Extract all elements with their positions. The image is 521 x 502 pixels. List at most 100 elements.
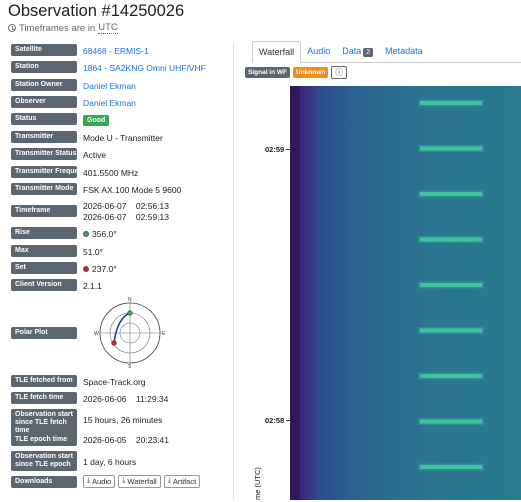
detail-timeframe: Timeframe xyxy=(11,205,77,218)
time-tick-0259: 02:59 xyxy=(265,145,285,154)
detail-transmitter-mode: Transmitter Mode xyxy=(11,183,77,196)
detail-label: Max xyxy=(11,245,77,258)
detail-since-tle-epoch: Observation start since TLE epoch xyxy=(11,451,77,472)
detail-polar-plot: Polar Plot xyxy=(11,327,77,340)
client-version-value: 2.1.1 xyxy=(83,281,102,291)
waterfall-image xyxy=(290,86,521,500)
detail-label: Transmitter xyxy=(11,131,77,144)
download-waterfall-button[interactable]: ⤓ Waterfall xyxy=(118,475,161,489)
tab-data-label: Data xyxy=(342,46,362,56)
detail-label: Status xyxy=(11,113,77,126)
signal-burst-glow xyxy=(418,463,484,471)
status-badge: Good xyxy=(83,115,110,126)
detail-label: Observation start since TLE fetch time xyxy=(11,409,77,438)
detail-label: Transmitter Mode xyxy=(11,183,77,196)
detail-tle-fetch-time: TLE fetch time xyxy=(11,392,77,405)
signal-burst-glow xyxy=(418,372,484,380)
set-marker xyxy=(111,340,117,346)
signal-status-badge: Unknown xyxy=(293,67,329,78)
detail-transmitter-frequency: Transmitter Frequency xyxy=(11,166,90,179)
detail-label: Observation start since TLE epoch xyxy=(11,451,77,472)
polar-s: S xyxy=(128,364,132,368)
rise-marker xyxy=(127,310,133,316)
tab-waterfall[interactable]: Waterfall xyxy=(252,41,302,63)
download-audio-button[interactable]: ⤓ Audio xyxy=(83,475,116,489)
time-tick-0258: 02:58 xyxy=(265,416,285,425)
detail-label: TLE fetched from xyxy=(11,375,77,388)
max-value: 51.0° xyxy=(83,247,103,257)
detail-status: Status xyxy=(11,113,77,126)
detail-label: Observer xyxy=(11,96,77,109)
tab-data[interactable]: Data 2 xyxy=(336,41,379,63)
since-tle-fetch-value: 15 hours, 26 minutes xyxy=(83,415,163,425)
transmitter-status-value: Active xyxy=(83,150,107,160)
time-axis-label: me (UTC) xyxy=(253,467,262,500)
detail-station-owner: Station Owner xyxy=(11,79,77,92)
station-link[interactable]: 1864 - SA2KNG Omni UHF/VHF xyxy=(83,63,206,73)
polar-n: N xyxy=(128,297,132,303)
tab-audio[interactable]: Audio xyxy=(301,41,336,63)
signal-burst-glow xyxy=(418,327,484,334)
transmitter-value: Mode U - Transmitter xyxy=(83,133,163,143)
polar-plot: N E S W xyxy=(94,297,166,368)
rise-value: 356.0° xyxy=(92,229,117,239)
timeframe-end: 2026-06-07 02:59:13 xyxy=(83,212,170,222)
signal-burst-glow xyxy=(418,145,484,152)
detail-rise: Rise xyxy=(11,227,77,240)
detail-label: Rise xyxy=(11,227,77,240)
detail-label: Polar Plot xyxy=(11,327,77,340)
detail-satellite: Satellite xyxy=(11,44,77,57)
signal-burst-glow xyxy=(418,99,484,107)
time-axis-text: me (UTC) xyxy=(253,467,262,500)
rise-dot-icon xyxy=(83,231,89,237)
satellite-link[interactable]: 68468 - ERMIS-1 xyxy=(83,46,149,56)
download-audio-label: Audio xyxy=(92,477,112,486)
detail-label: Set xyxy=(11,262,77,275)
download-icon: ⤓ xyxy=(87,477,91,485)
transmitter-frequency-value: 401.5500 MHz xyxy=(83,168,139,178)
detail-label: Station Owner xyxy=(11,79,77,92)
tab-bar: Waterfall Audio Data 2 Metadata xyxy=(252,41,429,63)
download-artifact-label: Artifact xyxy=(172,477,197,486)
detail-client-version: Client Version xyxy=(11,279,77,292)
timezone-prefix: Timeframes are in xyxy=(19,22,96,34)
download-waterfall-label: Waterfall xyxy=(127,477,157,486)
detail-tle-source: TLE fetched from xyxy=(11,375,77,388)
download-artifact-button[interactable]: ⤓ Artifact xyxy=(163,475,201,489)
waterfall-badges: Signal in WF Unknown ⓘ xyxy=(245,66,348,79)
observer-link[interactable]: Daniel Ekman xyxy=(83,98,136,108)
detail-label: Downloads xyxy=(11,476,77,489)
detail-downloads: Downloads xyxy=(11,476,77,489)
detail-transmitter: Transmitter xyxy=(11,131,77,144)
detail-station: Station xyxy=(11,61,77,74)
detail-label: Satellite xyxy=(11,44,77,57)
info-icon[interactable]: ⓘ xyxy=(331,66,348,79)
tab-metadata[interactable]: Metadata xyxy=(379,41,429,63)
download-icon: ⤓ xyxy=(122,477,126,485)
set-dot-icon xyxy=(83,266,89,272)
signal-burst-glow xyxy=(418,236,484,243)
tick-mark xyxy=(286,149,290,150)
detail-label: Station xyxy=(11,61,77,74)
download-icon: ⤓ xyxy=(167,477,171,485)
tle-epoch-time-value: 2026-06-05 20:23:41 xyxy=(83,435,170,445)
tle-source-value: Space-Track.org xyxy=(83,377,146,387)
timezone-value: UTC xyxy=(98,22,118,34)
signal-burst-glow xyxy=(418,190,484,198)
detail-label: Transmitter Frequency xyxy=(11,166,90,179)
detail-label: TLE fetch time xyxy=(11,392,77,405)
since-tle-epoch-value: 1 day, 6 hours xyxy=(83,457,137,467)
data-count-badge: 2 xyxy=(363,48,374,57)
timezone-note: Timeframes are in UTC xyxy=(8,22,118,34)
polar-e: E xyxy=(162,331,166,337)
set-value: 237.0° xyxy=(92,264,117,274)
detail-observer: Observer xyxy=(11,96,77,109)
transmitter-mode-value: FSK AX.100 Mode 5 9600 xyxy=(83,185,182,195)
detail-max: Max xyxy=(11,245,77,258)
detail-since-tle-fetch: Observation start since TLE fetch time xyxy=(11,409,77,438)
detail-label: Timeframe xyxy=(11,205,77,218)
signal-burst-glow xyxy=(418,281,484,289)
detail-transmitter-status: Transmitter Status xyxy=(11,148,77,161)
timeframe-start: 2026-06-07 02:56:13 xyxy=(83,201,170,211)
station-owner-link[interactable]: Daniel Ekman xyxy=(83,81,136,91)
